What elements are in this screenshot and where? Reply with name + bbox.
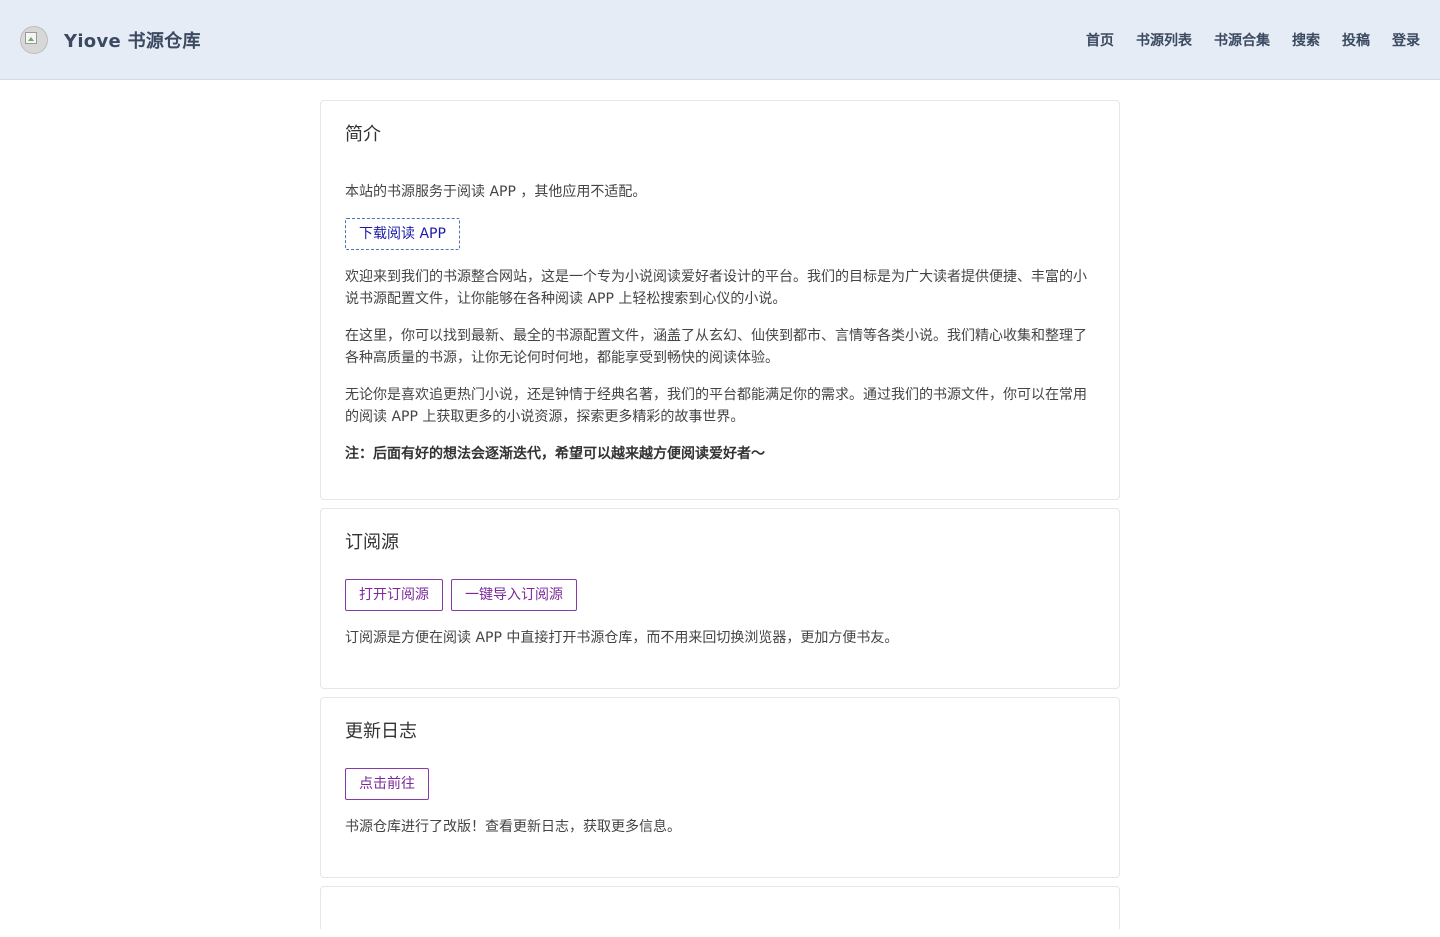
- brand-logo-image[interactable]: [20, 25, 48, 54]
- changelog-go-button[interactable]: 点击前往: [345, 768, 429, 800]
- changelog-description: 书源仓库进行了改版！查看更新日志，获取更多信息。: [345, 819, 681, 835]
- changelog-title: 更新日志: [345, 721, 417, 742]
- main-content: 简介 本站的书源服务于阅读 APP ，其他应用不适配。 下载阅读 APP 欢迎来…: [320, 100, 1120, 937]
- intro-paragraph-4: 无论你是喜欢追更热门小说，还是钟情于经典名著，我们的平台都能满足你的需求。通过我…: [345, 387, 1087, 425]
- nav-submit[interactable]: 投稿: [1342, 30, 1370, 50]
- nav-home[interactable]: 首页: [1086, 30, 1114, 50]
- subscription-description: 订阅源是方便在阅读 APP 中直接打开书源仓库，而不用来回切换浏览器，更加方便书…: [345, 630, 899, 646]
- brand-title[interactable]: Yiove 书源仓库: [64, 27, 201, 53]
- subscription-card: 订阅源 打开订阅源 一键导入订阅源 订阅源是方便在阅读 APP 中直接打开书源仓库…: [320, 508, 1120, 689]
- top-navbar: Yiove 书源仓库 首页 书源列表 书源合集 搜索 投稿 登录: [0, 0, 1440, 80]
- intro-note: 注：后面有好的想法会逐渐迭代，希望可以越来越方便阅读爱好者～: [345, 446, 765, 462]
- broken-image-icon: [25, 31, 37, 44]
- intro-title: 简介: [345, 124, 381, 145]
- subscription-title: 订阅源: [345, 532, 399, 553]
- nav-login[interactable]: 登录: [1392, 30, 1420, 50]
- changelog-card: 更新日志 点击前往 书源仓库进行了改版！查看更新日志，获取更多信息。: [320, 697, 1120, 878]
- intro-card: 简介 本站的书源服务于阅读 APP ，其他应用不适配。 下载阅读 APP 欢迎来…: [320, 100, 1120, 500]
- nav-source-collection[interactable]: 书源合集: [1214, 30, 1270, 50]
- intro-paragraph-3: 在这里，你可以找到最新、最全的书源配置文件，涵盖了从玄幻、仙侠到都市、言情等各类…: [345, 328, 1087, 366]
- intro-paragraph-1: 本站的书源服务于阅读 APP ，其他应用不适配。: [345, 184, 647, 200]
- subscription-button-row: 打开订阅源 一键导入订阅源: [345, 579, 1095, 627]
- open-subscription-button[interactable]: 打开订阅源: [345, 579, 443, 611]
- next-card-partial: [320, 886, 1120, 929]
- download-app-button[interactable]: 下载阅读 APP: [345, 218, 460, 250]
- nav-source-list[interactable]: 书源列表: [1136, 30, 1192, 50]
- intro-paragraph-2: 欢迎来到我们的书源整合网站，这是一个专为小说阅读爱好者设计的平台。我们的目标是为…: [345, 269, 1087, 307]
- nav-menu: 首页 书源列表 书源合集 搜索 投稿 登录: [1064, 30, 1420, 50]
- import-subscription-button[interactable]: 一键导入订阅源: [451, 579, 577, 611]
- nav-search[interactable]: 搜索: [1292, 30, 1320, 50]
- brand[interactable]: Yiove 书源仓库: [20, 25, 201, 54]
